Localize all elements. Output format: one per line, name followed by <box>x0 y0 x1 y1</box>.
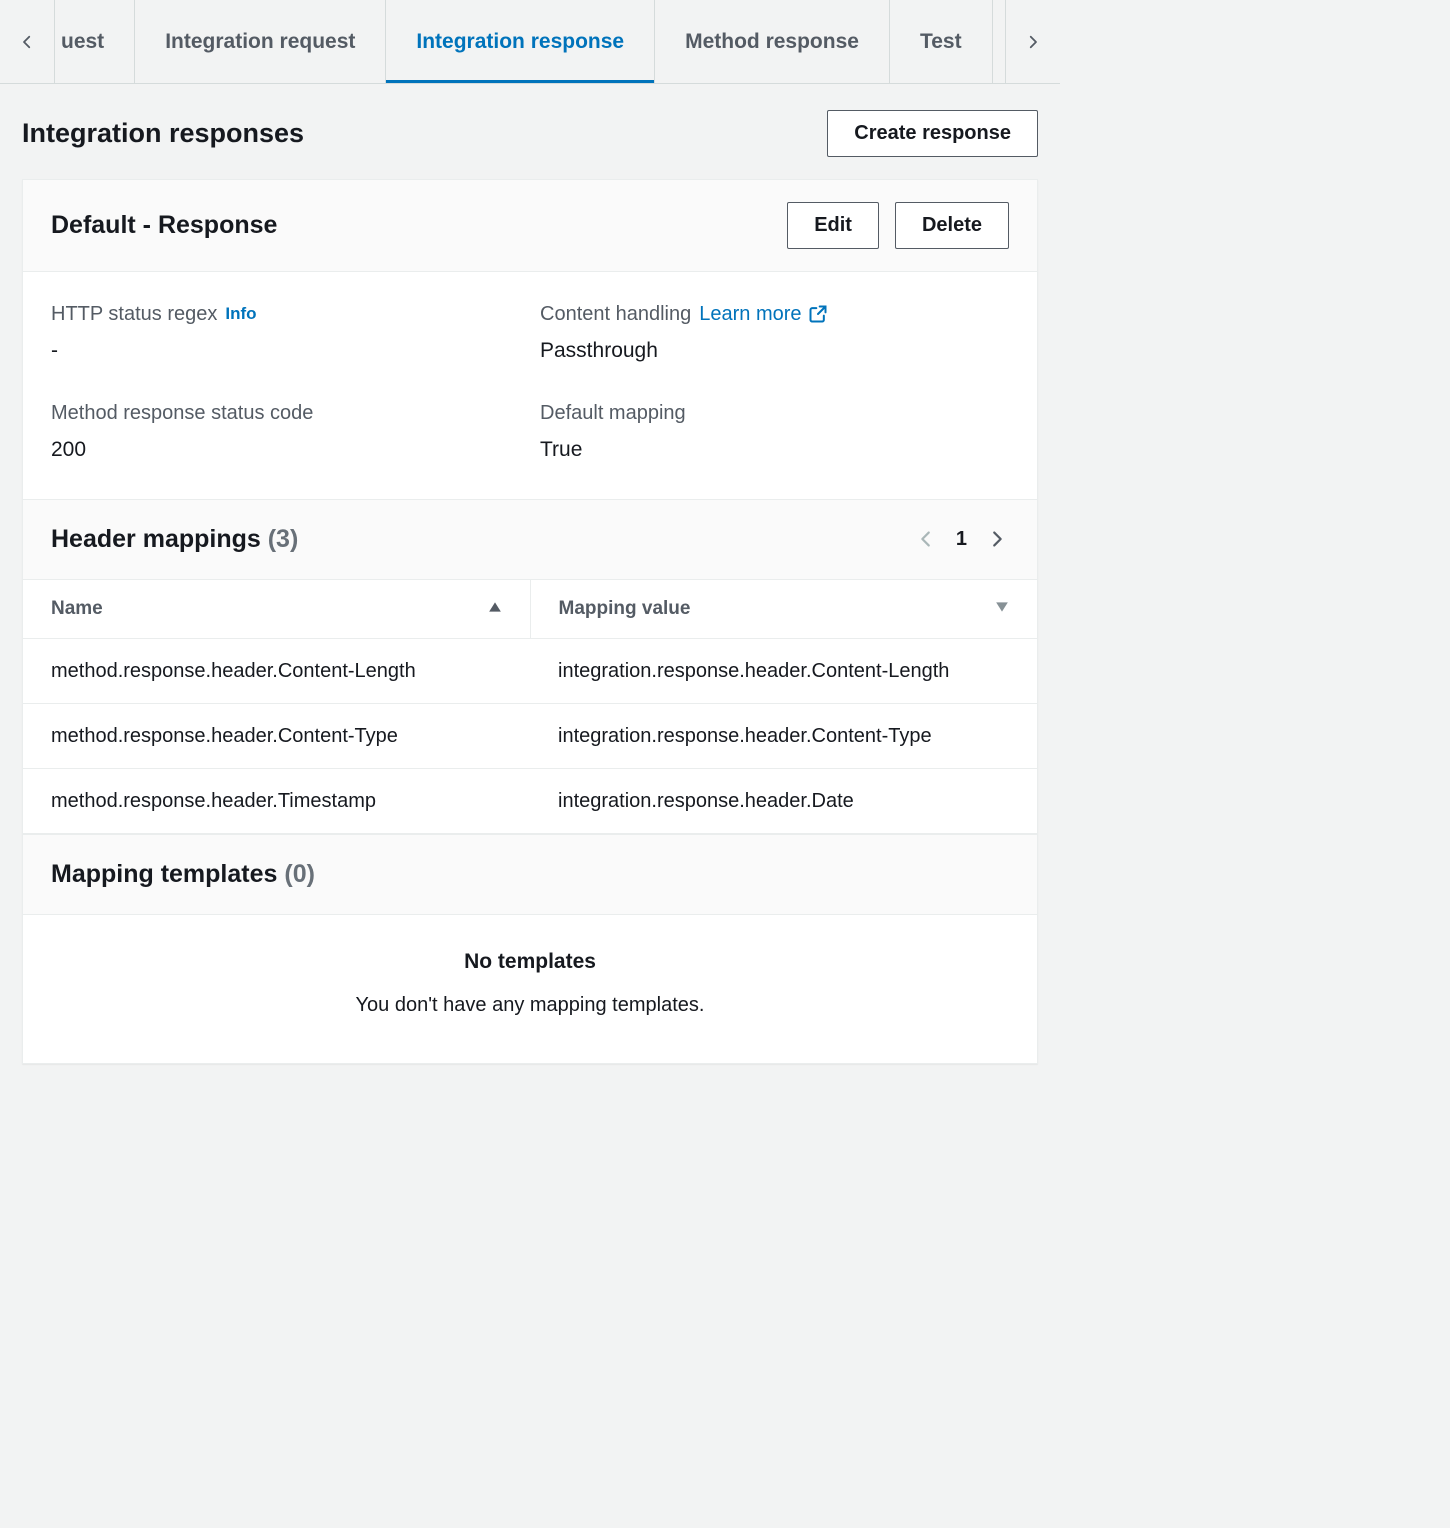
header-mappings-header: Header mappings (3) 1 <box>23 500 1037 580</box>
chevron-left-icon <box>915 528 937 550</box>
prop-value: True <box>540 435 1009 464</box>
prop-default-mapping: Default mapping True <box>540 399 1009 464</box>
tab-method-response[interactable]: Method response <box>655 0 890 83</box>
column-header-mapping-value[interactable]: Mapping value <box>530 580 1037 639</box>
section-count: (0) <box>284 860 315 888</box>
page-title: Integration responses <box>22 115 304 153</box>
chevron-right-icon <box>1024 33 1042 51</box>
column-header-name[interactable]: Name <box>23 580 530 639</box>
pager-current-page: 1 <box>956 525 967 553</box>
info-link[interactable]: Info <box>225 302 256 326</box>
cell-mapping-value: integration.response.header.Content-Leng… <box>530 639 1037 704</box>
cell-name: method.response.header.Content-Type <box>23 704 530 769</box>
tab-bar: uest Integration request Integration res… <box>0 0 1060 84</box>
create-response-button[interactable]: Create response <box>827 110 1038 157</box>
table-row: method.response.header.Content-Length in… <box>23 639 1037 704</box>
tab-label: Integration response <box>416 27 624 56</box>
card-header: Default - Response Edit Delete <box>23 180 1037 272</box>
empty-subtext: You don't have any mapping templates. <box>51 991 1009 1019</box>
learn-more-text: Learn more <box>699 300 801 328</box>
label-text: HTTP status regex <box>51 300 217 328</box>
header-mappings-table: Name Mapping value <box>23 580 1037 835</box>
empty-title: No templates <box>51 947 1009 976</box>
prop-value: Passthrough <box>540 336 1009 365</box>
tab-label: Integration request <box>165 27 355 56</box>
section-count: (3) <box>268 525 299 553</box>
tab-test[interactable]: Test <box>890 0 993 83</box>
tab-scroll-left-button[interactable] <box>0 0 55 83</box>
cell-mapping-value: integration.response.header.Content-Type <box>530 704 1037 769</box>
label-text: Content handling <box>540 300 691 328</box>
chevron-right-icon <box>986 528 1008 550</box>
prop-label: Default mapping <box>540 399 1009 427</box>
cell-name: method.response.header.Content-Length <box>23 639 530 704</box>
prop-http-status-regex: HTTP status regex Info - <box>51 300 520 365</box>
sort-none-icon <box>995 596 1009 623</box>
edit-button[interactable]: Edit <box>787 202 879 249</box>
prop-method-response-status-code: Method response status code 200 <box>51 399 520 464</box>
tabs-container: uest Integration request Integration res… <box>55 0 1005 83</box>
table-row: method.response.header.Content-Type inte… <box>23 704 1037 769</box>
learn-more-link[interactable]: Learn more <box>699 300 827 328</box>
tab-integration-request[interactable]: Integration request <box>135 0 386 83</box>
response-card: Default - Response Edit Delete HTTP stat… <box>22 179 1038 1064</box>
cell-name: method.response.header.Timestamp <box>23 769 530 834</box>
mapping-templates-header: Mapping templates (0) <box>23 834 1037 915</box>
label-text: Method response status code <box>51 399 313 427</box>
section-title: Mapping templates (0) <box>51 857 315 892</box>
page-header: Integration responses Create response <box>0 84 1060 179</box>
tab-scroll-right-button[interactable] <box>1005 0 1060 83</box>
response-properties: HTTP status regex Info - Content handlin… <box>23 272 1037 500</box>
prop-label: HTTP status regex Info <box>51 300 520 328</box>
card-title: Default - Response <box>51 208 277 243</box>
column-header-label: Name <box>51 596 103 623</box>
column-header-label: Mapping value <box>559 596 691 623</box>
label-text: Default mapping <box>540 399 686 427</box>
chevron-left-icon <box>18 33 36 51</box>
section-title-text: Header mappings <box>51 525 261 553</box>
delete-button[interactable]: Delete <box>895 202 1009 249</box>
section-title-text: Mapping templates <box>51 860 277 888</box>
table-row: method.response.header.Timestamp integra… <box>23 769 1037 834</box>
mapping-templates-empty-state: No templates You don't have any mapping … <box>23 915 1037 1062</box>
prop-value: - <box>51 336 520 365</box>
prop-label: Content handling Learn more <box>540 300 1009 328</box>
prop-content-handling: Content handling Learn more Passthrough <box>540 300 1009 365</box>
prop-value: 200 <box>51 435 520 464</box>
tab-label: Test <box>920 27 962 56</box>
pager-prev-button[interactable] <box>914 527 938 551</box>
tab-label: uest <box>61 27 104 56</box>
card-actions: Edit Delete <box>787 202 1009 249</box>
pager: 1 <box>914 525 1009 553</box>
section-title: Header mappings (3) <box>51 522 298 557</box>
prop-label: Method response status code <box>51 399 520 427</box>
external-link-icon <box>808 304 828 324</box>
tab-label: Method response <box>685 27 859 56</box>
cell-mapping-value: integration.response.header.Date <box>530 769 1037 834</box>
tab-integration-response[interactable]: Integration response <box>386 0 655 83</box>
sort-ascending-icon <box>488 596 502 623</box>
tab-method-request-partial[interactable]: uest <box>55 0 135 83</box>
pager-next-button[interactable] <box>985 527 1009 551</box>
